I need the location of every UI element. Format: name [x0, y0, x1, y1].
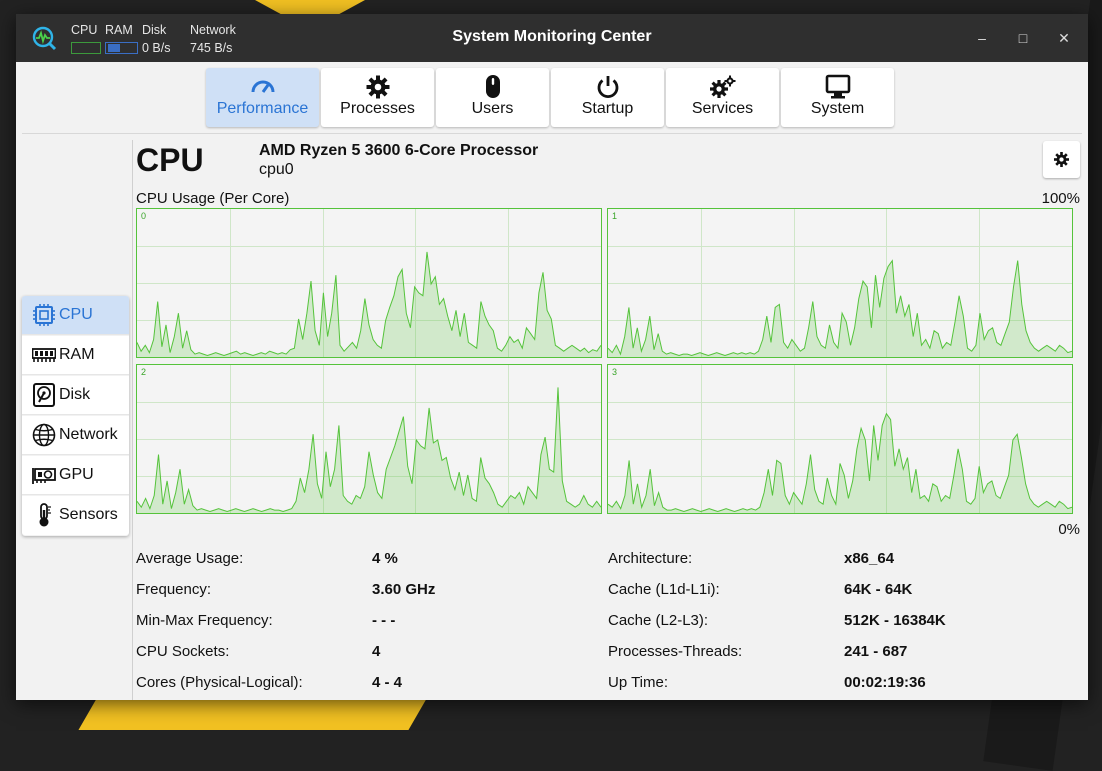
sidebar-item-ram[interactable]: RAM [22, 336, 129, 375]
tab-label: Performance [216, 100, 309, 117]
close-button[interactable]: ✕ [1053, 27, 1075, 49]
core-graph-3: 3 [607, 364, 1073, 514]
cpu-model: AMD Ryzen 5 3600 6-Core Processor [259, 142, 539, 159]
stat-label: Architecture: [608, 550, 693, 567]
tab-performance[interactable]: Performance [206, 68, 319, 127]
sidebar-item-label: CPU [59, 306, 93, 323]
minimize-button[interactable]: – [971, 27, 993, 49]
main-window: CPU RAM Disk 0 B/s Network 745 B/s Syste… [16, 14, 1088, 700]
mouse-icon [485, 75, 500, 98]
thermometer-icon [39, 503, 51, 527]
sidebar-item-sensors[interactable]: Sensors [22, 496, 129, 535]
titlebar: CPU RAM Disk 0 B/s Network 745 B/s Syste… [16, 14, 1088, 62]
usage-area [137, 251, 601, 357]
stat-label: Up Time: [608, 674, 669, 691]
stat-label: Average Usage: [136, 550, 244, 567]
stat-value: 4 % [372, 550, 398, 567]
sidebar-item-label: Disk [59, 386, 91, 403]
stat-value: 00:02:19:36 [844, 674, 926, 691]
stat-value: 4 - 4 [372, 674, 403, 691]
usage-label: CPU Usage (Per Core) [136, 190, 290, 207]
tab-label: Services [691, 100, 754, 117]
core-graph-svg [608, 209, 1072, 357]
stat-value: - - - [372, 612, 396, 629]
sidebar-item-cpu[interactable]: CPU [22, 296, 129, 335]
tabs-divider [22, 133, 1082, 134]
core-graph-svg [137, 209, 601, 357]
memory-icon [32, 348, 56, 362]
core-graph-svg [137, 365, 601, 513]
core-graph-svg [608, 365, 1072, 513]
settings-button[interactable] [1043, 141, 1080, 178]
stat-value: 241 - 687 [844, 643, 908, 660]
stat-label: Min-Max Frequency: [136, 612, 273, 629]
tab-users[interactable]: Users [436, 68, 549, 127]
power-icon [597, 76, 618, 99]
gear-icon [1053, 151, 1070, 168]
sidebar-item-label: RAM [59, 346, 95, 363]
core-graph-2: 2 [136, 364, 602, 514]
y-max-label: 100% [1041, 190, 1080, 207]
tab-services[interactable]: Services [666, 68, 779, 127]
stat-value: x86_64 [844, 550, 895, 567]
core-graph-1: 1 [607, 208, 1073, 358]
globe-icon [32, 423, 56, 447]
sidebar-item-network[interactable]: Network [22, 416, 129, 455]
maximize-button[interactable]: □ [1012, 27, 1034, 49]
tab-label: Startup [581, 100, 634, 117]
stat-label: Cores (Physical-Logical): [136, 674, 303, 691]
stat-value: 64K - 64K [844, 581, 913, 598]
core-index-label: 3 [612, 367, 618, 377]
usage-area [137, 387, 601, 513]
tab-label: System [810, 100, 865, 117]
stat-label: CPU Sockets: [136, 643, 230, 660]
page-title: CPU [136, 142, 204, 178]
stat-label: Cache (L1d-L1i): [608, 581, 720, 598]
sidebar-item-gpu[interactable]: GPU [22, 456, 129, 495]
stat-label: Processes-Threads: [608, 643, 743, 660]
stat-value: 4 [372, 643, 381, 660]
sidebar-item-label: Sensors [59, 506, 118, 523]
stat-label: Cache (L2-L3): [608, 612, 709, 629]
y-min-label: 0% [1058, 521, 1080, 538]
stat-value: 3.60 GHz [372, 581, 436, 598]
core-index-label: 0 [141, 211, 147, 221]
core-index-label: 1 [612, 211, 618, 221]
core-index-label: 2 [141, 367, 147, 377]
disk-icon [33, 383, 55, 407]
tab-startup[interactable]: Startup [551, 68, 664, 127]
monitor-icon [825, 74, 850, 99]
tab-processes[interactable]: Processes [321, 68, 434, 127]
window-title: System Monitoring Center [452, 28, 652, 45]
content-divider [132, 140, 133, 700]
cpu-device: cpu0 [259, 161, 294, 178]
gpu-icon [32, 468, 56, 484]
tab-label: Processes [340, 100, 415, 117]
tab-label: Users [471, 100, 514, 117]
gear-icon [366, 75, 389, 99]
sidebar-item-disk[interactable]: Disk [22, 376, 129, 415]
core-graph-0: 0 [136, 208, 602, 358]
chip-icon [33, 304, 55, 326]
stat-value: 512K - 16384K [844, 612, 946, 629]
stat-label: Frequency: [136, 581, 212, 598]
gears-icon [709, 75, 735, 98]
gauge-icon [251, 80, 274, 93]
sidebar-item-label: GPU [59, 466, 94, 483]
tab-system[interactable]: System [781, 68, 894, 127]
sidebar-item-label: Network [59, 426, 118, 443]
